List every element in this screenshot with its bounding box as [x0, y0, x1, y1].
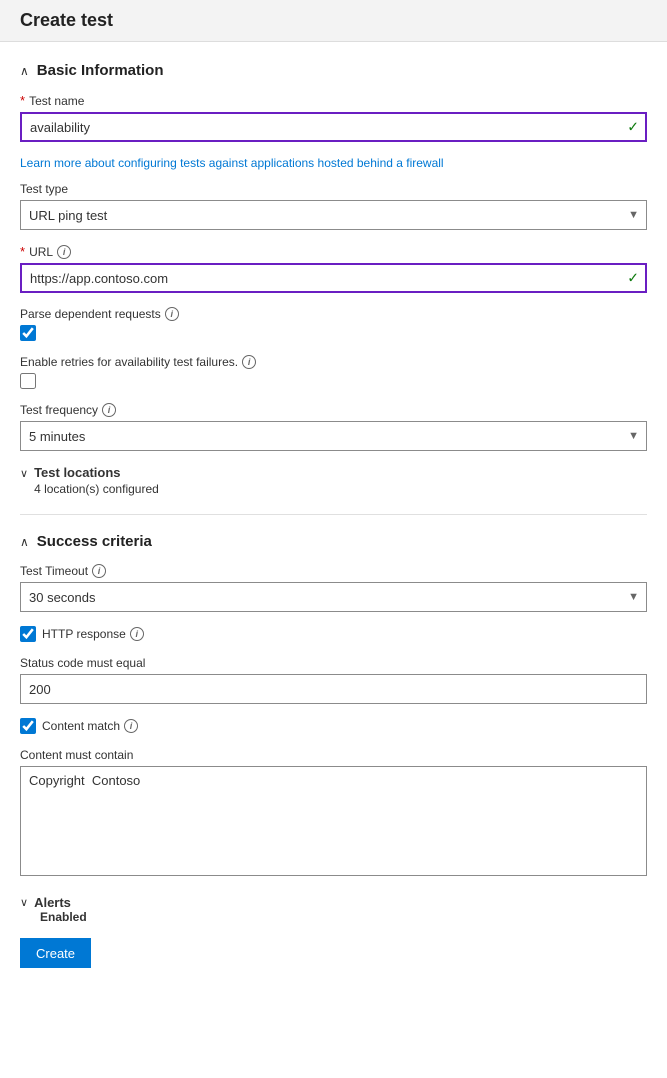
success-criteria-section-title: Success criteria: [37, 533, 152, 550]
http-response-checkbox-row: HTTP response i: [20, 626, 647, 642]
content-match-group: Content match i: [20, 718, 647, 734]
success-criteria-section-header[interactable]: ∧ Success criteria: [20, 533, 647, 550]
test-name-input-wrapper: ✓: [20, 112, 647, 142]
test-frequency-group: Test frequency i 1 minute 5 minutes 10 m…: [20, 403, 647, 451]
test-timeout-info-icon[interactable]: i: [92, 564, 106, 578]
http-response-label: HTTP response i: [42, 627, 144, 641]
url-input-wrapper: ✓: [20, 263, 647, 293]
required-star: *: [20, 93, 25, 108]
test-name-group: * Test name ✓: [20, 93, 647, 142]
http-response-group: HTTP response i: [20, 626, 647, 642]
url-valid-icon: ✓: [627, 270, 639, 287]
alerts-title: Alerts: [34, 895, 71, 910]
test-name-label: * Test name: [20, 93, 647, 108]
alerts-chevron-icon[interactable]: ∨: [20, 896, 28, 909]
enable-retries-info-icon[interactable]: i: [242, 355, 256, 369]
enable-retries-label: Enable retries for availability test fai…: [20, 355, 647, 369]
alerts-section: ∨ Alerts Enabled: [20, 895, 647, 924]
content-match-checkbox-row: Content match i: [20, 718, 647, 734]
content-match-checkbox[interactable]: [20, 718, 36, 734]
enable-retries-group: Enable retries for availability test fai…: [20, 355, 647, 389]
test-timeout-select-wrapper: 30 seconds 60 seconds 90 seconds 120 sec…: [20, 582, 647, 612]
test-frequency-select-wrapper: 1 minute 5 minutes 10 minutes 15 minutes…: [20, 421, 647, 451]
enable-retries-checkbox[interactable]: [20, 373, 36, 389]
test-frequency-select[interactable]: 1 minute 5 minutes 10 minutes 15 minutes: [20, 421, 647, 451]
page-container: Create test ∧ Basic Information * Test n…: [0, 0, 667, 984]
url-group: * URL i ✓: [20, 244, 647, 293]
test-locations-header[interactable]: ∨ Test locations 4 location(s) configure…: [20, 465, 647, 496]
test-timeout-label: Test Timeout i: [20, 564, 647, 578]
test-frequency-label: Test frequency i: [20, 403, 647, 417]
test-locations-subtitle: 4 location(s) configured: [34, 482, 647, 496]
content-area: ∧ Basic Information * Test name ✓ Learn …: [0, 42, 667, 984]
enable-retries-checkbox-row: [20, 373, 647, 389]
status-code-group: Status code must equal: [20, 656, 647, 704]
http-response-info-icon[interactable]: i: [130, 627, 144, 641]
page-title: Create test: [20, 10, 647, 31]
parse-dependent-info-icon[interactable]: i: [165, 307, 179, 321]
content-must-contain-label: Content must contain: [20, 748, 647, 762]
test-locations-content: Test locations 4 location(s) configured: [34, 465, 647, 496]
test-type-group: Test type URL ping test Multi-step web t…: [20, 182, 647, 230]
test-frequency-info-icon[interactable]: i: [102, 403, 116, 417]
content-must-contain-textarea[interactable]: Copyright Contoso: [20, 766, 647, 876]
test-type-label: Test type: [20, 182, 647, 196]
test-timeout-group: Test Timeout i 30 seconds 60 seconds 90 …: [20, 564, 647, 612]
basic-info-section-header[interactable]: ∧ Basic Information: [20, 62, 647, 79]
success-criteria-chevron-icon[interactable]: ∧: [20, 535, 29, 549]
url-input[interactable]: [20, 263, 647, 293]
parse-dependent-label: Parse dependent requests i: [20, 307, 647, 321]
test-locations-chevron-icon[interactable]: ∨: [20, 467, 28, 480]
parse-dependent-checkbox[interactable]: [20, 325, 36, 341]
section-divider: [20, 514, 647, 515]
http-response-checkbox[interactable]: [20, 626, 36, 642]
basic-info-chevron-icon[interactable]: ∧: [20, 64, 29, 78]
alerts-status: Enabled: [40, 910, 647, 924]
top-bar: Create test: [0, 0, 667, 42]
status-code-input[interactable]: [20, 674, 647, 704]
parse-dependent-checkbox-row: [20, 325, 647, 341]
test-name-input[interactable]: [20, 112, 647, 142]
url-info-icon[interactable]: i: [57, 245, 71, 259]
test-type-select[interactable]: URL ping test Multi-step web test Custom…: [20, 200, 647, 230]
create-button[interactable]: Create: [20, 938, 91, 968]
content-match-info-icon[interactable]: i: [124, 719, 138, 733]
content-must-contain-group: Content must contain Copyright Contoso: [20, 748, 647, 879]
url-label: * URL i: [20, 244, 647, 259]
test-type-select-wrapper: URL ping test Multi-step web test Custom…: [20, 200, 647, 230]
url-required-star: *: [20, 244, 25, 259]
test-timeout-select[interactable]: 30 seconds 60 seconds 90 seconds 120 sec…: [20, 582, 647, 612]
firewall-link[interactable]: Learn more about configuring tests again…: [20, 156, 647, 170]
test-locations-title: Test locations: [34, 465, 647, 480]
content-match-label: Content match i: [42, 719, 138, 733]
parse-dependent-group: Parse dependent requests i: [20, 307, 647, 341]
basic-info-section-title: Basic Information: [37, 62, 164, 79]
status-code-label: Status code must equal: [20, 656, 647, 670]
test-name-valid-icon: ✓: [627, 119, 639, 136]
alerts-header[interactable]: ∨ Alerts: [20, 895, 647, 910]
